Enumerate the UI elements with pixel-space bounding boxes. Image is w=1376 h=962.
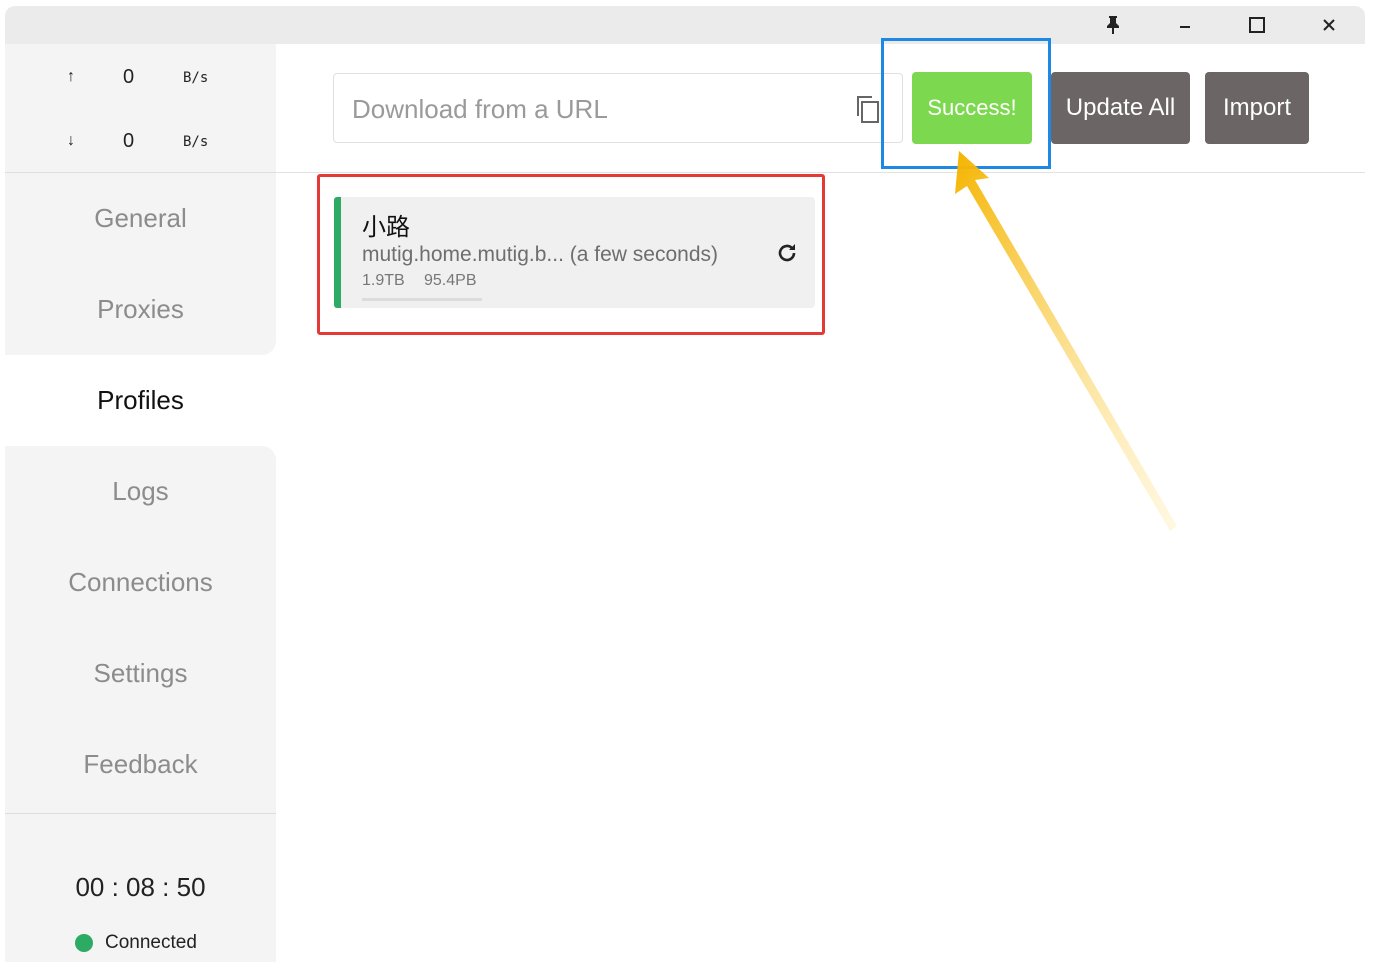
sidebar-item-settings[interactable]: Settings: [5, 628, 276, 719]
download-unit: B/s: [183, 134, 209, 150]
sidebar-item-general[interactable]: General: [5, 173, 276, 264]
pin-icon[interactable]: [1093, 10, 1133, 40]
minimize-icon[interactable]: [1165, 10, 1205, 40]
uptime-timer: 00 : 08 : 50: [75, 872, 206, 902]
profile-highlight-box: [317, 174, 825, 335]
clash-window: ↑ 0 B/s ↓ 0 B/s General Proxies Profiles…: [5, 6, 1365, 962]
download-speed: ↓ 0 B/s: [5, 128, 276, 158]
connection-label: Connected: [105, 932, 197, 953]
update-all-button[interactable]: Update All: [1051, 72, 1190, 144]
upload-value: 0: [123, 66, 135, 88]
status-area: 00 : 08 : 50 Connected: [5, 813, 276, 962]
download-url-input[interactable]: [350, 86, 834, 132]
connection-status: Connected: [75, 932, 197, 954]
import-button[interactable]: Import: [1205, 72, 1309, 144]
annotation-arrow-icon: [955, 151, 1177, 531]
sidebar-item-connections[interactable]: Connections: [5, 537, 276, 628]
maximize-icon[interactable]: [1237, 10, 1277, 40]
traffic-panel: ↑ 0 B/s ↓ 0 B/s: [5, 44, 276, 173]
upload-arrow-icon: ↑: [67, 68, 75, 85]
download-value: 0: [123, 130, 135, 152]
sidebar: ↑ 0 B/s ↓ 0 B/s General Proxies Profiles…: [5, 44, 276, 962]
url-input-box: [333, 73, 903, 143]
sidebar-item-feedback[interactable]: Feedback: [5, 719, 276, 810]
title-bar: [5, 6, 1365, 44]
header-divider: [276, 172, 1365, 173]
sidebar-nav: General Proxies Profiles Logs Connection…: [5, 173, 276, 810]
sidebar-item-proxies[interactable]: Proxies: [5, 264, 276, 355]
upload-unit: B/s: [183, 70, 209, 86]
download-arrow-icon: ↓: [67, 132, 75, 149]
upload-speed: ↑ 0 B/s: [5, 64, 276, 94]
copy-icon[interactable]: [854, 94, 882, 124]
sidebar-item-profiles[interactable]: Profiles: [5, 355, 276, 446]
status-dot-icon: [75, 934, 93, 952]
sidebar-item-logs[interactable]: Logs: [5, 446, 276, 537]
close-icon[interactable]: [1309, 10, 1349, 40]
